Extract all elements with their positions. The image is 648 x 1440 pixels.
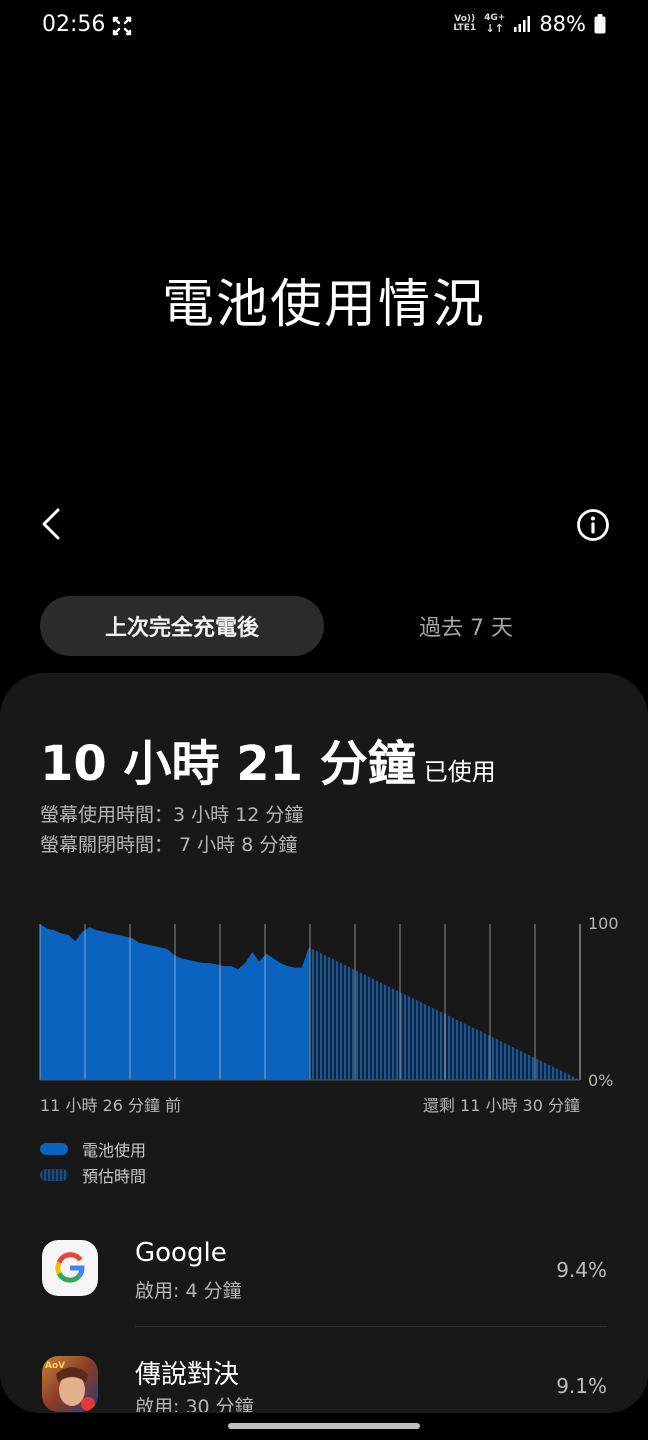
battery-chart: [39, 924, 581, 1081]
usage-suffix: 已使用: [423, 758, 496, 786]
app-name: Google: [135, 1238, 227, 1268]
lte-label: LTE1: [453, 23, 477, 33]
google-g-icon: [42, 1240, 98, 1296]
usage-summary: 10 小時 21 分鐘 已使用: [40, 724, 496, 794]
app-usage: 啟用: 4 分鐘: [135, 1280, 242, 1302]
battery-percent: 88%: [539, 12, 586, 36]
usage-time: 10 小時 21 分鐘: [40, 736, 416, 792]
legend-swatch-striped: [40, 1169, 68, 1181]
legend-label: 預估時間: [82, 1167, 147, 1186]
screen-off-time: 螢幕關閉時間： 7 小時 8 分鐘: [40, 834, 298, 856]
app-percent: 9.1%: [556, 1374, 607, 1398]
tab-past-7-days[interactable]: 過去 7 天: [324, 596, 608, 656]
app-row-google[interactable]: Google 啟用: 4 分鐘 9.4%: [0, 1238, 648, 1350]
home-indicator[interactable]: [228, 1423, 420, 1429]
tab-since-last-full-charge[interactable]: 上次完全充電後: [40, 596, 324, 656]
status-icons: Vo)) LTE1 4G+ ↓↑ 88%: [453, 12, 606, 36]
y-axis-max-label: 100: [588, 914, 619, 933]
legend-label: 電池使用: [82, 1141, 147, 1160]
data-arrows-icon: ↓↑: [485, 22, 504, 35]
info-button[interactable]: [576, 508, 610, 542]
period-tabs: 上次完全充電後 過去 7 天: [40, 596, 608, 656]
y-axis-min-label: 0%: [588, 1071, 614, 1090]
app-percent: 9.4%: [556, 1258, 607, 1282]
app-name: 傳說對決: [135, 1360, 240, 1390]
network-type-indicator: 4G+ ↓↑: [484, 14, 505, 35]
battery-icon: [594, 14, 606, 34]
x-axis-end-label: 還剩 11 小時 30 分鐘: [422, 1096, 580, 1115]
screen-time-info: 螢幕使用時間：3 小時 12 分鐘 螢幕關閉時間： 7 小時 8 分鐘: [40, 800, 303, 860]
x-axis-start-label: 11 小時 26 分鐘 前: [40, 1096, 182, 1115]
status-bar: 02:56 Vo)) LTE1 4G+ ↓↑ 88%: [0, 0, 648, 56]
legend-estimated-time: 預估時間: [40, 1162, 146, 1188]
app-row-arena-of-valor[interactable]: AoV 傳說對決 啟用: 30 分鐘 9.1%: [0, 1356, 648, 1412]
back-button[interactable]: [36, 504, 72, 544]
legend-swatch-solid: [40, 1143, 68, 1155]
screen-on-time: 螢幕使用時間：3 小時 12 分鐘: [40, 804, 304, 826]
app-usage: 啟用: 30 分鐘: [135, 1396, 254, 1412]
list-divider: [135, 1326, 607, 1327]
legend-battery-usage: 電池使用: [40, 1136, 146, 1162]
chart-legend: 電池使用 預估時間: [40, 1136, 146, 1188]
arena-of-valor-icon: AoV: [42, 1356, 98, 1412]
signal-icon: [514, 16, 531, 32]
scan-icon: [112, 16, 132, 36]
volte-indicator: Vo)) LTE1: [453, 15, 476, 33]
page-title: 電池使用情況: [161, 275, 486, 335]
status-time: 02:56: [42, 12, 106, 37]
svg-text:AoV: AoV: [45, 1361, 65, 1371]
